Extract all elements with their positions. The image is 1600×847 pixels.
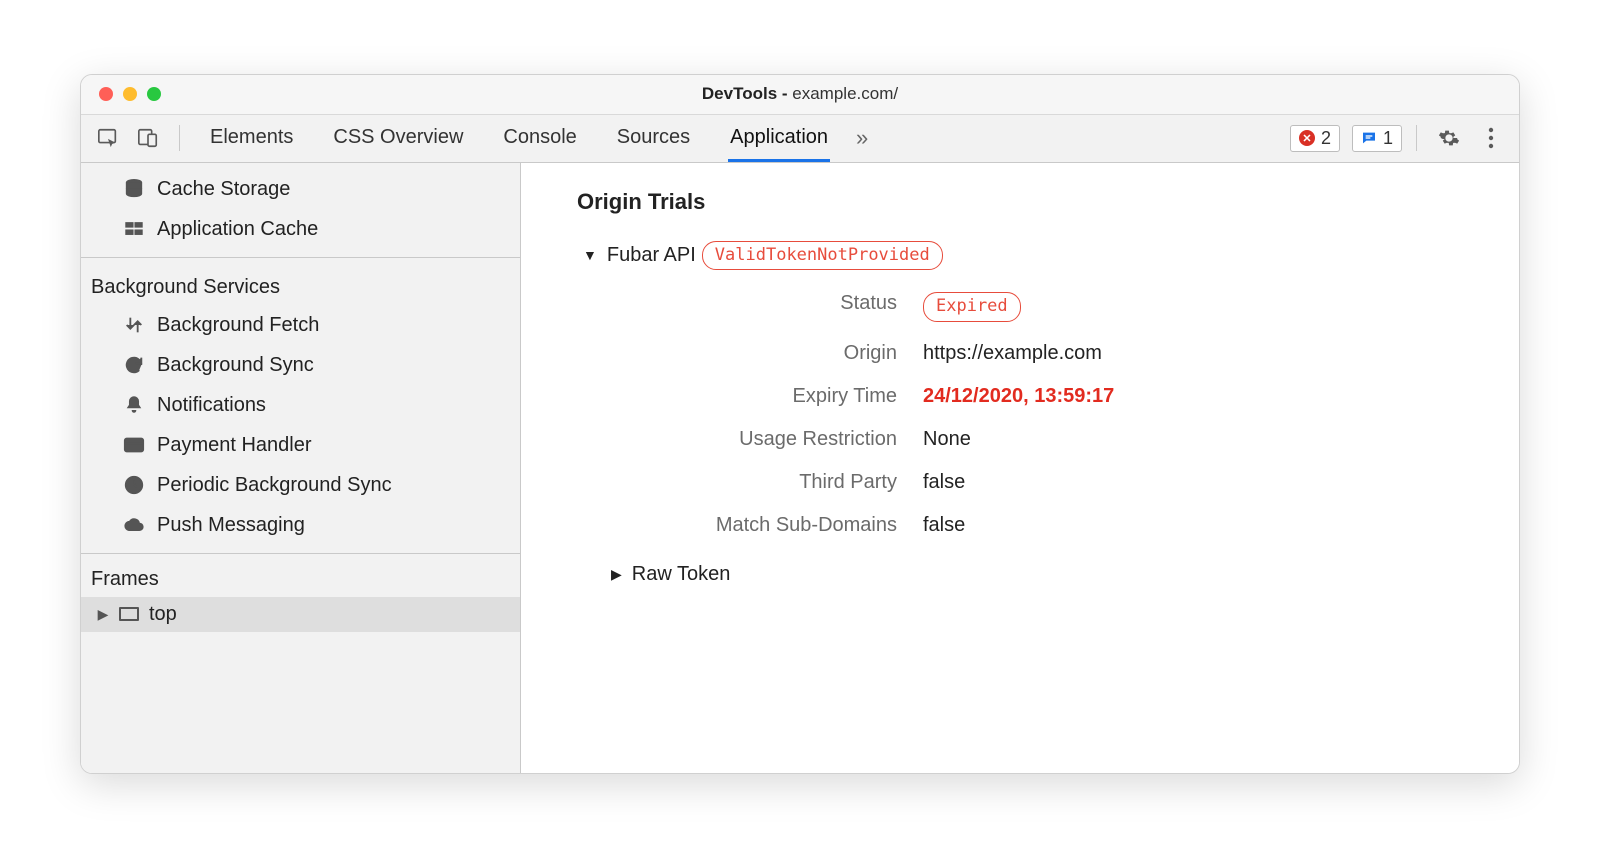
origin-trials-heading: Origin Trials <box>577 189 1489 215</box>
window-title-host: example.com/ <box>792 84 898 103</box>
traffic-lights <box>99 87 161 101</box>
issues-chip[interactable]: 1 <box>1352 125 1402 152</box>
tab-css-overview[interactable]: CSS Overview <box>331 114 465 162</box>
third-party-label: Third Party <box>597 471 897 494</box>
usage-label: Usage Restriction <box>597 428 897 451</box>
sidebar-item-notifications[interactable]: Notifications <box>81 385 520 425</box>
kebab-menu-icon[interactable] <box>1473 120 1509 156</box>
sidebar-item-label: Cache Storage <box>157 174 290 204</box>
sidebar-section-cache: Cache Storage Application Cache <box>81 163 520 258</box>
sidebar-item-label: Push Messaging <box>157 510 305 540</box>
swap-icon <box>123 314 145 336</box>
origin-label: Origin <box>597 342 897 365</box>
sync-icon <box>123 354 145 376</box>
tab-sources[interactable]: Sources <box>615 114 692 162</box>
toolbar-separator-2 <box>1416 125 1417 151</box>
issues-count: 1 <box>1383 128 1393 149</box>
sidebar-section-frames: Frames ▶ top <box>81 554 520 640</box>
origin-trial-row[interactable]: ▼ Fubar API ValidTokenNotProvided <box>583 241 1489 271</box>
tab-application[interactable]: Application <box>728 114 830 162</box>
toolbar-separator <box>179 125 180 151</box>
sidebar-item-label: Background Fetch <box>157 310 319 340</box>
sidebar-item-payment-handler[interactable]: Payment Handler <box>81 425 520 465</box>
sidebar-item-periodic-background-sync[interactable]: Periodic Background Sync <box>81 465 520 505</box>
sidebar-item-push-messaging[interactable]: Push Messaging <box>81 505 520 545</box>
panel-tabs: Elements CSS Overview Console Sources Ap… <box>208 114 830 162</box>
status-value: Expired <box>923 292 1489 322</box>
usage-value: None <box>923 428 1489 451</box>
status-label: Status <box>597 292 897 322</box>
origin-trial-details: Status Expired Origin https://example.co… <box>597 292 1489 537</box>
sidebar-item-label: Notifications <box>157 390 266 420</box>
tab-console[interactable]: Console <box>501 114 578 162</box>
application-sidebar: Cache Storage Application Cache Backgrou… <box>81 163 521 773</box>
frame-icon <box>119 607 139 621</box>
application-main-panel: Origin Trials ▼ Fubar API ValidTokenNotP… <box>521 163 1519 773</box>
origin-value: https://example.com <box>923 342 1489 365</box>
expand-arrow-icon: ▶ <box>611 566 622 583</box>
tab-elements[interactable]: Elements <box>208 114 295 162</box>
sidebar-section-background-services: Background Services Background Fetch Bac… <box>81 258 520 554</box>
titlebar: DevTools - example.com/ <box>81 75 1519 115</box>
toolbar: Elements CSS Overview Console Sources Ap… <box>81 115 1519 163</box>
more-tabs-icon[interactable]: » <box>856 125 868 151</box>
sidebar-item-label: Application Cache <box>157 214 318 244</box>
close-window-button[interactable] <box>99 87 113 101</box>
panel-body: Cache Storage Application Cache Backgrou… <box>81 163 1519 773</box>
inspect-element-icon[interactable] <box>91 121 125 155</box>
sidebar-item-label: Background Sync <box>157 350 314 380</box>
collapse-arrow-icon: ▼ <box>583 247 597 263</box>
third-party-value: false <box>923 471 1489 494</box>
subdomains-value: false <box>923 514 1489 537</box>
sidebar-item-label: Payment Handler <box>157 430 312 460</box>
frame-label: top <box>149 603 177 626</box>
status-badge: Expired <box>923 292 1021 322</box>
device-toggle-icon[interactable] <box>131 121 165 155</box>
raw-token-label: Raw Token <box>632 563 731 586</box>
settings-icon[interactable] <box>1431 120 1467 156</box>
window-title: DevTools - example.com/ <box>81 84 1519 104</box>
origin-trial-name: Fubar API <box>607 244 696 267</box>
grid-icon <box>123 218 145 240</box>
maximize-window-button[interactable] <box>147 87 161 101</box>
sidebar-item-background-sync[interactable]: Background Sync <box>81 345 520 385</box>
sidebar-section-title: Frames <box>81 560 520 597</box>
error-icon: ✕ <box>1299 130 1315 146</box>
issues-icon <box>1361 130 1377 146</box>
devtools-window: DevTools - example.com/ Elements CSS Ove… <box>80 74 1520 774</box>
sidebar-item-cache-storage[interactable]: Cache Storage <box>81 169 520 209</box>
expand-arrow-icon: ▶ <box>97 606 109 623</box>
expiry-value: 24/12/2020, 13:59:17 <box>923 385 1489 408</box>
frame-item-top[interactable]: ▶ top <box>81 597 520 632</box>
sidebar-item-application-cache[interactable]: Application Cache <box>81 209 520 249</box>
origin-trial-badge: ValidTokenNotProvided <box>702 241 943 271</box>
subdomains-label: Match Sub-Domains <box>597 514 897 537</box>
sidebar-item-background-fetch[interactable]: Background Fetch <box>81 305 520 345</box>
bell-icon <box>123 394 145 416</box>
cloud-icon <box>123 514 145 536</box>
minimize-window-button[interactable] <box>123 87 137 101</box>
expiry-label: Expiry Time <box>597 385 897 408</box>
credit-card-icon <box>123 434 145 456</box>
sidebar-item-label: Periodic Background Sync <box>157 470 392 500</box>
window-title-prefix: DevTools - <box>702 84 792 103</box>
raw-token-row[interactable]: ▶ Raw Token <box>611 563 1489 586</box>
errors-count: 2 <box>1321 128 1331 149</box>
sidebar-section-title: Background Services <box>81 268 520 305</box>
clock-icon <box>123 474 145 496</box>
database-icon <box>123 178 145 200</box>
errors-chip[interactable]: ✕ 2 <box>1290 125 1340 152</box>
